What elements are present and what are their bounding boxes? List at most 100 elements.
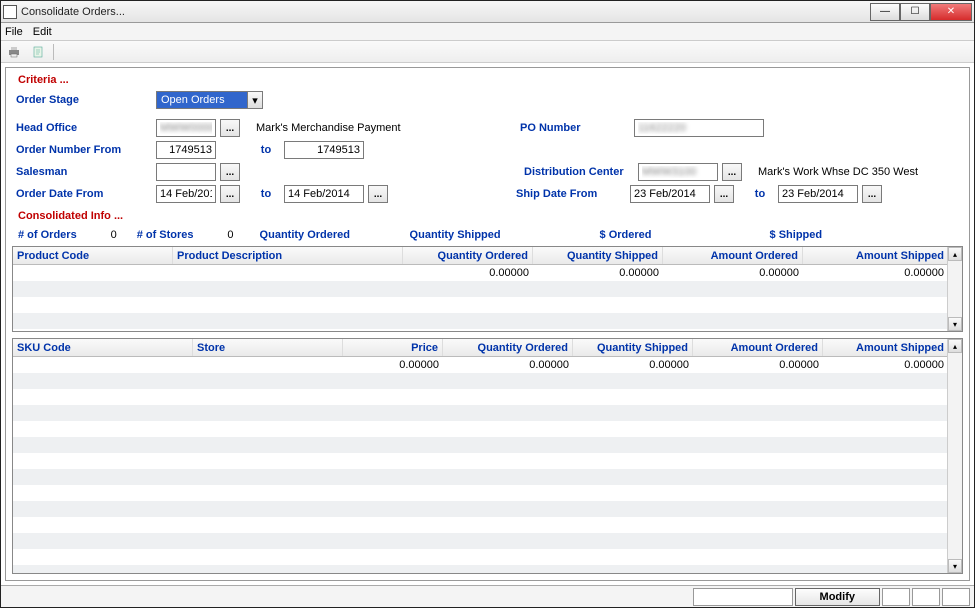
row-head-office: Head Office ... Mark's Merchandise Payme…: [12, 118, 963, 138]
order-date-from-input[interactable]: [156, 185, 216, 203]
menu-bar: File Edit: [1, 23, 974, 41]
close-button[interactable]: ✕: [930, 3, 972, 21]
label-order-number-to: to: [252, 144, 280, 156]
minimize-button[interactable]: —: [870, 3, 900, 21]
table-row[interactable]: [13, 469, 962, 485]
dist-center-input[interactable]: [638, 163, 718, 181]
label-order-date-to: to: [252, 188, 280, 200]
modify-button[interactable]: Modify: [795, 588, 880, 606]
po-number-input[interactable]: [634, 119, 764, 137]
table-row[interactable]: [13, 549, 962, 565]
table-row[interactable]: 0.00000 0.00000 0.00000 0.00000 0.00000: [13, 357, 962, 373]
col-sku-qty-ship[interactable]: Quantity Shipped: [573, 339, 693, 356]
scroll-down-icon[interactable]: ▾: [948, 317, 962, 331]
main-panel: Criteria ... Order Stage Open Orders ▾ H…: [5, 67, 970, 581]
dist-center-description: Mark's Work Whse DC 350 West: [758, 166, 918, 178]
label-num-stores: # of Stores: [137, 229, 194, 241]
table-row[interactable]: [13, 421, 962, 437]
scroll-up-icon[interactable]: ▴: [948, 247, 962, 261]
application-window: Consolidate Orders... — ☐ ✕ File Edit Cr…: [0, 0, 975, 608]
table-row[interactable]: [13, 313, 962, 329]
order-stage-value: Open Orders: [157, 92, 247, 108]
ship-date-from-picker-button[interactable]: ...: [714, 185, 734, 203]
table-row[interactable]: [13, 405, 962, 421]
col-sku[interactable]: SKU Code: [13, 339, 193, 356]
cell-sku-qty-ord: 0.00000: [443, 359, 573, 371]
table-row[interactable]: 0.00000 0.00000 0.00000 0.00000: [13, 265, 962, 281]
cell-sku-qty-ship: 0.00000: [573, 359, 693, 371]
col-store[interactable]: Store: [193, 339, 343, 356]
status-box-3: [912, 588, 940, 606]
order-stage-combo[interactable]: Open Orders ▾: [156, 91, 263, 109]
col-sku-qty-ord[interactable]: Quantity Ordered: [443, 339, 573, 356]
cell-qty-ship: 0.00000: [533, 267, 663, 279]
scrollbar[interactable]: ▴ ▾: [947, 247, 962, 331]
col-product-code[interactable]: Product Code: [13, 247, 173, 264]
label-amt-shipped: $ Shipped: [770, 229, 823, 241]
sku-grid-body[interactable]: 0.00000 0.00000 0.00000 0.00000 0.00000: [13, 357, 962, 574]
salesman-lookup-button[interactable]: ...: [220, 163, 240, 181]
col-amt-ordered[interactable]: Amount Ordered: [663, 247, 803, 264]
dropdown-icon[interactable]: ▾: [247, 92, 262, 108]
label-order-date-from: Order Date From: [12, 188, 152, 200]
product-grid-body[interactable]: 0.00000 0.00000 0.00000 0.00000: [13, 265, 962, 332]
order-number-from-input[interactable]: [156, 141, 216, 159]
table-row[interactable]: [13, 533, 962, 549]
cell-amt-ship: 0.00000: [803, 267, 962, 279]
table-row[interactable]: [13, 297, 962, 313]
table-row[interactable]: [13, 373, 962, 389]
col-qty-ordered[interactable]: Quantity Ordered: [403, 247, 533, 264]
head-office-lookup-button[interactable]: ...: [220, 119, 240, 137]
head-office-input[interactable]: [156, 119, 216, 137]
scrollbar[interactable]: ▴ ▾: [947, 339, 962, 573]
scroll-down-icon[interactable]: ▾: [948, 559, 962, 573]
table-row[interactable]: [13, 485, 962, 501]
maximize-button[interactable]: ☐: [900, 3, 930, 21]
status-box-1: [693, 588, 793, 606]
col-amt-shipped[interactable]: Amount Shipped: [803, 247, 962, 264]
document-icon[interactable]: [29, 43, 47, 61]
order-number-to-input[interactable]: [284, 141, 364, 159]
menu-edit[interactable]: Edit: [33, 26, 52, 38]
salesman-input[interactable]: [156, 163, 216, 181]
window-controls: — ☐ ✕: [870, 3, 972, 21]
table-row[interactable]: [13, 281, 962, 297]
consolidated-section-label: Consolidated Info ...: [18, 210, 963, 222]
print-icon[interactable]: [5, 43, 23, 61]
col-sku-amt-ship[interactable]: Amount Shipped: [823, 339, 962, 356]
scroll-up-icon[interactable]: ▴: [948, 339, 962, 353]
table-row[interactable]: [13, 517, 962, 533]
col-sku-amt-ord[interactable]: Amount Ordered: [693, 339, 823, 356]
status-box-2: [882, 588, 910, 606]
table-row[interactable]: [13, 565, 962, 574]
order-date-to-picker-button[interactable]: ...: [368, 185, 388, 203]
col-product-desc[interactable]: Product Description: [173, 247, 403, 264]
order-date-to-input[interactable]: [284, 185, 364, 203]
ship-date-to-picker-button[interactable]: ...: [862, 185, 882, 203]
row-order-stage: Order Stage Open Orders ▾: [12, 90, 963, 110]
value-num-stores: 0: [204, 229, 234, 241]
label-order-stage: Order Stage: [12, 94, 152, 106]
toolbar: [1, 41, 974, 63]
status-bar: Modify: [1, 585, 974, 607]
label-qty-ordered: Quantity Ordered: [260, 229, 400, 241]
table-row[interactable]: [13, 501, 962, 517]
table-row[interactable]: [13, 437, 962, 453]
menu-file[interactable]: File: [5, 26, 23, 38]
cell-sku-amt-ord: 0.00000: [693, 359, 823, 371]
cell-amt-ord: 0.00000: [663, 267, 803, 279]
col-price[interactable]: Price: [343, 339, 443, 356]
order-date-from-picker-button[interactable]: ...: [220, 185, 240, 203]
table-row[interactable]: [13, 389, 962, 405]
head-office-description: Mark's Merchandise Payment: [256, 122, 516, 134]
col-qty-shipped[interactable]: Quantity Shipped: [533, 247, 663, 264]
dist-center-lookup-button[interactable]: ...: [722, 163, 742, 181]
ship-date-to-input[interactable]: [778, 185, 858, 203]
table-row[interactable]: [13, 453, 962, 469]
label-ship-date-to: to: [746, 188, 774, 200]
value-num-orders: 0: [87, 229, 117, 241]
label-order-number-from: Order Number From: [12, 144, 152, 156]
label-qty-shipped: Quantity Shipped: [410, 229, 590, 241]
ship-date-from-input[interactable]: [630, 185, 710, 203]
product-grid-header: Product Code Product Description Quantit…: [13, 247, 962, 265]
